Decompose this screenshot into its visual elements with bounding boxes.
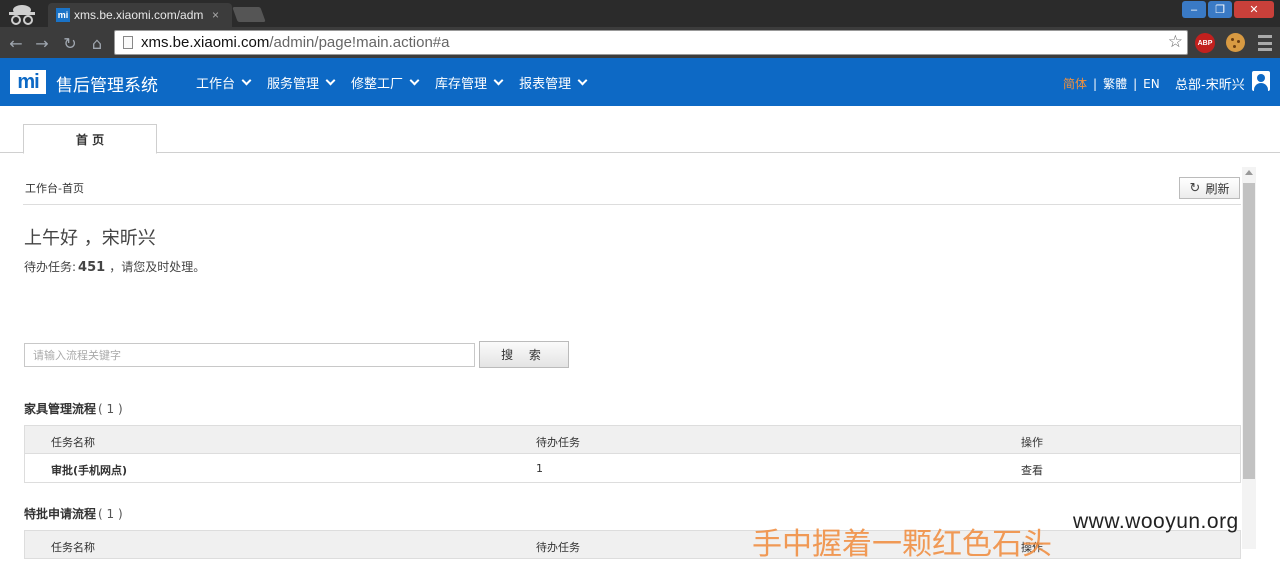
chevron-down-icon	[409, 75, 420, 86]
lang-separator: |	[1093, 76, 1098, 91]
browser-titlebar: mi xms.be.xiaomi.com/admin × – ❐ ✕	[0, 0, 1280, 27]
table-header-row: 任务名称 待办任务 操作	[25, 426, 1240, 454]
main-content: 工作台-首页 ↻ 刷新 上午好 ，宋昕兴 待办任务:451，请您及时处理。 搜 …	[0, 154, 1280, 559]
home-icon[interactable]: ⌂	[88, 34, 106, 53]
back-arrow-icon[interactable]: ←	[7, 34, 25, 53]
incognito-icon	[9, 5, 35, 25]
browser-tab-active[interactable]: mi xms.be.xiaomi.com/admin ×	[48, 3, 232, 27]
url-path: /admin/page!main.action#a	[269, 34, 450, 51]
nav-label: 库存管理	[435, 77, 488, 92]
column-header: 操作	[1021, 436, 1043, 449]
main-nav: 工作台 服务管理 修整工厂 库存管理 报表管理	[196, 73, 603, 92]
page-icon	[123, 36, 133, 49]
section-count: ( 1 )	[98, 507, 123, 521]
nav-repair-factory[interactable]: 修整工厂	[351, 73, 420, 92]
nav-report-management[interactable]: 报表管理	[519, 73, 588, 92]
pending-prefix: 待办任务:	[24, 260, 77, 274]
tab-home[interactable]: 首 页	[23, 124, 157, 154]
nav-label: 工作台	[196, 77, 236, 92]
column-header: 待办任务	[536, 436, 580, 449]
chevron-down-icon	[493, 75, 504, 86]
chevron-down-icon	[325, 75, 336, 86]
divider	[23, 204, 1241, 205]
app-header: mi 售后管理系统 工作台 服务管理 修整工厂 库存管理 报表管理 简体 | 繁…	[0, 58, 1280, 106]
task-table: 任务名称 待办任务 操作	[24, 530, 1241, 559]
pending-tasks-summary: 待办任务: 451 ，请您及时处理。	[24, 258, 205, 275]
scroll-thumb[interactable]	[1243, 183, 1255, 479]
minimize-button[interactable]: –	[1182, 1, 1206, 18]
refresh-button[interactable]: ↻ 刷新	[1179, 177, 1240, 199]
watermark-text: 手中握着一颗红色石头	[752, 527, 1052, 562]
language-switcher: 简体 | 繁體 | EN	[1063, 75, 1160, 92]
process-search-input[interactable]	[24, 343, 475, 367]
address-bar[interactable]: xms.be.xiaomi.com/admin/page!main.action…	[114, 30, 1188, 55]
bookmark-star-icon[interactable]: ☆	[1168, 32, 1183, 52]
reload-icon[interactable]: ↻	[61, 34, 79, 53]
nav-service-management[interactable]: 服务管理	[267, 73, 336, 92]
app-title: 售后管理系统	[56, 76, 158, 96]
nav-workbench[interactable]: 工作台	[196, 73, 252, 92]
lang-traditional[interactable]: 繁體	[1103, 75, 1127, 92]
column-header: 任务名称	[51, 436, 95, 449]
refresh-icon: ↻	[1189, 180, 1201, 196]
table-row: 审批(手机网点) 1 查看	[25, 454, 1240, 482]
site-favicon-icon: mi	[56, 8, 70, 22]
forward-arrow-icon[interactable]: →	[33, 34, 51, 53]
search-button[interactable]: 搜 索	[479, 341, 569, 368]
window-controls: – ❐ ✕	[1182, 1, 1274, 18]
task-table: 任务名称 待办任务 操作 审批(手机网点) 1 查看	[24, 425, 1241, 483]
watermark-url: www.wooyun.org	[1073, 510, 1239, 533]
nav-label: 服务管理	[267, 77, 320, 92]
browser-toolbar: ← → ↻ ⌂ xms.be.xiaomi.com/admin/page!mai…	[0, 27, 1280, 58]
pending-suffix: ，请您及时处理。	[109, 260, 206, 274]
mi-logo[interactable]: mi	[10, 70, 46, 94]
browser-menu-icon[interactable]	[1258, 35, 1272, 51]
column-header: 待办任务	[536, 541, 580, 554]
lang-separator: |	[1133, 76, 1138, 91]
task-name: 审批(手机网点)	[51, 464, 128, 477]
lang-english[interactable]: EN	[1143, 77, 1160, 91]
page-tabs: 首 页	[0, 106, 1280, 154]
section-title-text: 家具管理流程	[24, 402, 97, 416]
tab-close-icon[interactable]: ×	[212, 8, 219, 22]
pending-count: 451	[78, 260, 106, 275]
adblock-extension-icon[interactable]: ABP	[1195, 33, 1215, 53]
user-name[interactable]: 总部-宋昕兴	[1175, 74, 1245, 93]
lang-simplified[interactable]: 简体	[1063, 75, 1087, 92]
section-count: ( 1 )	[98, 402, 123, 416]
greeting: 上午好 ，宋昕兴	[24, 228, 156, 249]
user-avatar-icon[interactable]	[1252, 71, 1270, 91]
cookie-extension-icon[interactable]	[1226, 33, 1245, 52]
new-tab-button[interactable]	[232, 7, 266, 22]
view-link[interactable]: 查看	[1021, 462, 1043, 478]
nav-label: 报表管理	[519, 77, 572, 92]
section-title: 特批申请流程( 1 )	[24, 505, 123, 522]
scrollbar[interactable]	[1242, 167, 1256, 549]
url-host: xms.be.xiaomi.com	[141, 34, 270, 51]
section-title: 家具管理流程( 1 )	[24, 400, 123, 417]
task-count: 1	[536, 462, 543, 475]
column-header: 任务名称	[51, 541, 95, 554]
nav-inventory-management[interactable]: 库存管理	[435, 73, 504, 92]
browser-tab-title: xms.be.xiaomi.com/admin	[74, 8, 204, 22]
section-title-text: 特批申请流程	[24, 507, 97, 521]
close-window-button[interactable]: ✕	[1234, 1, 1274, 18]
table-header-row: 任务名称 待办任务 操作	[25, 531, 1240, 559]
scroll-up-arrow-icon[interactable]	[1245, 170, 1253, 175]
chevron-down-icon	[241, 75, 252, 86]
chevron-down-icon	[577, 75, 588, 86]
breadcrumb: 工作台-首页	[25, 182, 84, 195]
nav-label: 修整工厂	[351, 77, 404, 92]
maximize-button[interactable]: ❐	[1208, 1, 1232, 18]
refresh-label: 刷新	[1205, 181, 1230, 196]
